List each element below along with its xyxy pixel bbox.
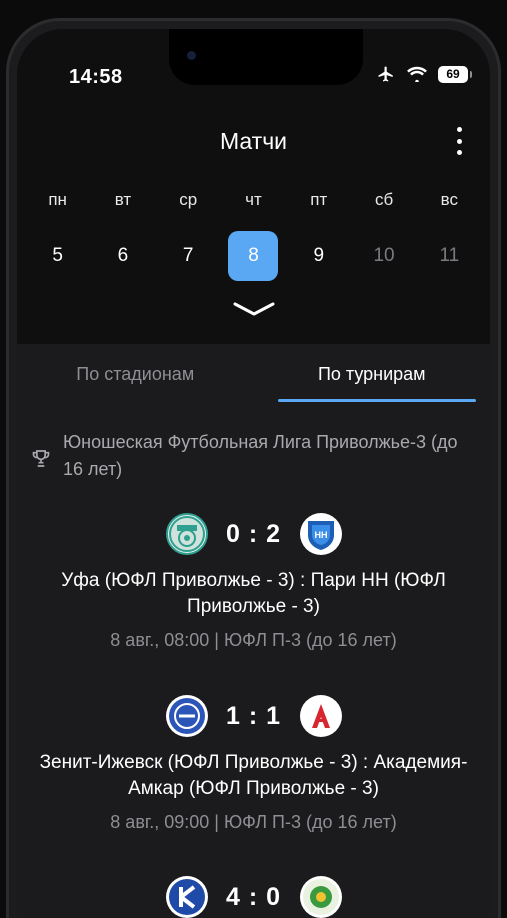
weekday-label: вс bbox=[440, 190, 459, 209]
date-cell[interactable]: 7 bbox=[156, 231, 221, 281]
status-time: 14:58 bbox=[69, 66, 123, 88]
device-frame: 14:58 69 Матчи пн вт ср чт пт сб вс 5 6 … bbox=[0, 0, 507, 918]
chevron-down-icon[interactable] bbox=[232, 299, 276, 319]
team-logo-home bbox=[165, 513, 208, 555]
page-title: Матчи bbox=[219, 128, 288, 154]
team-logo-home bbox=[165, 876, 208, 918]
app-screen: 14:58 69 Матчи пн вт ср чт пт сб вс 5 6 … bbox=[17, 29, 490, 918]
team-logo-away bbox=[299, 876, 342, 918]
more-vertical-icon[interactable] bbox=[454, 127, 464, 155]
match-score: 0 : 2 bbox=[225, 519, 282, 548]
date-cell[interactable]: 6 bbox=[90, 231, 155, 281]
team-logo-away bbox=[299, 695, 342, 737]
camera-icon bbox=[187, 51, 196, 60]
svg-text:НН: НН bbox=[314, 530, 327, 540]
tournament-name: Юношеская Футбольная Лига Приволжье-3 (д… bbox=[63, 432, 458, 479]
date-row: 5 6 7 8 9 10 11 bbox=[25, 231, 482, 281]
weekday-row: пн вт ср чт пт сб вс bbox=[25, 190, 482, 210]
date-cell-selected[interactable]: 8 bbox=[221, 231, 286, 281]
weekday-label: пн bbox=[48, 190, 67, 209]
battery-level: 69 bbox=[446, 67, 460, 81]
date-cell[interactable]: 5 bbox=[25, 231, 90, 281]
date-cell[interactable]: 11 bbox=[417, 231, 482, 281]
airplane-icon bbox=[378, 66, 393, 82]
status-icons: 69 bbox=[376, 65, 472, 83]
match-card[interactable]: 0 : 2 НН Уфа (ЮФЛ Приволжье - 3) : Пари … bbox=[17, 512, 490, 651]
date-cell[interactable]: 9 bbox=[286, 231, 351, 281]
match-teams: Зенит-Ижевск (ЮФЛ Приволжье - 3) : Акаде… bbox=[39, 752, 468, 799]
phone-body: 14:58 69 Матчи пн вт ср чт пт сб вс 5 6 … bbox=[6, 18, 501, 918]
weekday-label: сб bbox=[374, 190, 394, 209]
team-logo-away: НН bbox=[299, 513, 342, 555]
match-meta: 8 авг., 09:00 | ЮФЛ П-3 (до 16 лет) bbox=[110, 812, 397, 832]
match-card[interactable]: 1 : 1 Зенит-Ижевск (ЮФЛ Приволжье - 3) :… bbox=[17, 694, 490, 833]
tab-by-stadium[interactable]: По стадионам bbox=[17, 344, 254, 404]
weekday-label: чт bbox=[245, 190, 262, 209]
wifi-icon bbox=[407, 66, 427, 82]
dynamic-island bbox=[169, 29, 363, 85]
match-score: 1 : 1 bbox=[225, 701, 282, 730]
battery-indicator: 69 bbox=[438, 65, 472, 83]
match-score: 4 : 0 bbox=[225, 882, 282, 911]
weekday-label: ср bbox=[179, 190, 198, 209]
match-card[interactable]: 4 : 0 bbox=[17, 875, 490, 918]
weekday-label: пт bbox=[310, 190, 328, 209]
match-teams: Уфа (ЮФЛ Приволжье - 3) : Пари НН (ЮФЛ П… bbox=[61, 570, 446, 617]
tab-by-tournament[interactable]: По турнирам bbox=[254, 344, 491, 404]
team-logo-home bbox=[165, 695, 208, 737]
trophy-icon bbox=[32, 450, 50, 467]
date-cell[interactable]: 10 bbox=[351, 231, 416, 281]
match-meta: 8 авг., 08:00 | ЮФЛ П-3 (до 16 лет) bbox=[110, 630, 397, 650]
tournament-header[interactable]: Юношеская Футбольная Лига Приволжье-3 (д… bbox=[31, 429, 470, 483]
tab-bar: По стадионам По турнирам bbox=[17, 344, 490, 404]
weekday-label: вт bbox=[114, 190, 132, 209]
calendar-header: 14:58 69 Матчи пн вт ср чт пт сб вс 5 6 … bbox=[17, 29, 490, 344]
